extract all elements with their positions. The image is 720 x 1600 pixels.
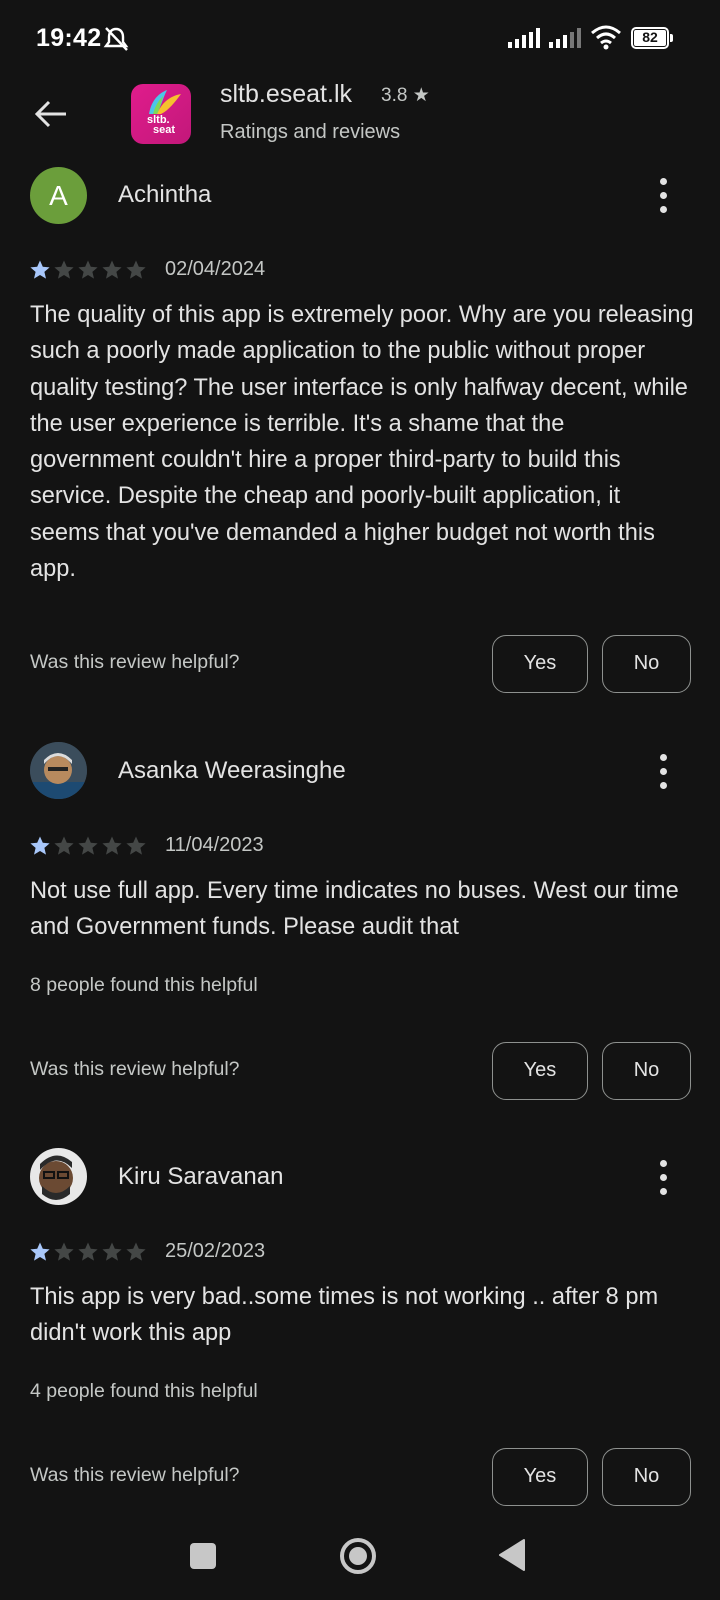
helpful-no-button[interactable]: No xyxy=(602,1042,691,1100)
signal-icon xyxy=(508,28,540,48)
nav-home-icon[interactable] xyxy=(339,1537,377,1575)
star-icon xyxy=(102,260,122,279)
helpful-yes-button[interactable]: Yes xyxy=(492,1042,588,1100)
nav-back-icon[interactable] xyxy=(498,1538,528,1572)
helpful-question: Was this review helpful? xyxy=(30,1464,240,1486)
star-icon xyxy=(30,836,50,855)
star-rating xyxy=(29,835,147,857)
review-text: Not use full app. Every time indicates n… xyxy=(30,878,679,941)
review-author: Kiru Saravanan xyxy=(118,1163,284,1190)
more-vert-icon[interactable] xyxy=(655,752,675,792)
star-icon xyxy=(78,836,98,855)
avatar: A xyxy=(30,167,87,224)
review-date: 11/04/2023 xyxy=(165,834,264,856)
helpful-yes-button[interactable]: Yes xyxy=(492,1448,588,1506)
app-rating: 3.8 ★ xyxy=(381,85,430,106)
helpful-question: Was this review helpful? xyxy=(30,1058,240,1080)
status-bar: 19:42 82 xyxy=(0,0,720,70)
signal-icon xyxy=(549,28,581,48)
star-icon xyxy=(126,836,146,855)
app-icon-text: seat xyxy=(153,124,176,136)
helpful-count: 4 people found this helpful xyxy=(30,1380,258,1402)
avatar-photo xyxy=(30,742,87,799)
app-icon: sltb. seat xyxy=(131,84,191,144)
helpful-yes-button[interactable]: Yes xyxy=(492,635,588,693)
review-author: Asanka Weerasinghe xyxy=(118,757,346,784)
avatar-photo xyxy=(30,1148,87,1205)
review-text: The quality of this app is extremely poo… xyxy=(30,302,694,583)
star-icon xyxy=(54,260,74,279)
bird-logo-icon xyxy=(149,90,181,114)
star-icon xyxy=(78,260,98,279)
star-icon xyxy=(102,836,122,855)
helpful-question: Was this review helpful? xyxy=(30,651,240,673)
avatar xyxy=(30,1148,87,1205)
star-icon xyxy=(54,836,74,855)
app-title: sltb.eseat.lk xyxy=(220,80,353,108)
star-icon xyxy=(30,1242,50,1261)
more-vert-icon[interactable] xyxy=(655,176,675,216)
back-arrow-icon[interactable] xyxy=(30,92,74,136)
review-author: Achintha xyxy=(118,181,212,208)
battery-level: 82 xyxy=(642,29,658,45)
star-icon xyxy=(126,260,146,279)
star-rating xyxy=(29,1241,147,1263)
star-rating xyxy=(29,259,147,281)
status-time: 19:42 xyxy=(36,24,102,52)
review-text: This app is very bad..some times is not … xyxy=(30,1284,659,1347)
battery-icon: 82 xyxy=(631,27,673,49)
star-icon xyxy=(102,1242,122,1261)
more-vert-icon[interactable] xyxy=(655,1158,675,1198)
page-subtitle: Ratings and reviews xyxy=(220,121,401,143)
star-icon xyxy=(78,1242,98,1261)
nav-recents-icon[interactable] xyxy=(190,1543,216,1569)
helpful-no-button[interactable]: No xyxy=(602,1448,691,1506)
review-date: 25/02/2023 xyxy=(165,1240,266,1262)
review-date: 02/04/2024 xyxy=(165,258,266,280)
helpful-count: 8 people found this helpful xyxy=(30,974,258,996)
helpful-no-button[interactable]: No xyxy=(602,635,691,693)
wifi-icon xyxy=(591,25,621,50)
avatar xyxy=(30,742,87,799)
star-icon xyxy=(54,1242,74,1261)
star-icon xyxy=(126,1242,146,1261)
mute-icon xyxy=(103,27,129,51)
star-icon xyxy=(30,260,50,279)
